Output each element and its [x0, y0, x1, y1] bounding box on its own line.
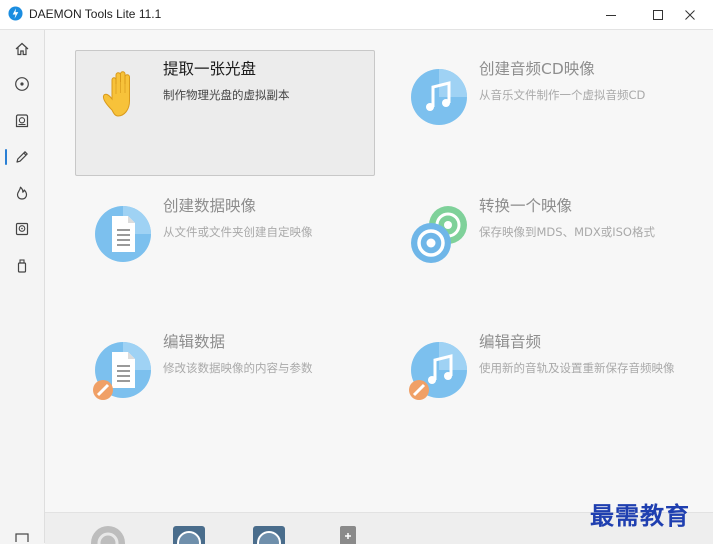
sidebar-item-burn[interactable]	[0, 176, 44, 210]
tile-title: 编辑数据	[163, 333, 226, 351]
flame-icon	[16, 186, 28, 200]
virtual-drive-icon[interactable]	[252, 525, 286, 544]
tile-grab-disc[interactable]: 提取一张光盘 制作物理光盘的虚拟副本	[75, 50, 375, 176]
tile-description: 制作物理光盘的虚拟副本	[163, 88, 290, 102]
tile-create-data-image[interactable]: 创建数据映像 从文件或文件夹创建自定映像	[75, 187, 375, 313]
tile-create-audio-cd[interactable]: 创建音频CD映像 从音乐文件制作一个虚拟音频CD	[391, 50, 691, 176]
sidebar-item-virtual-drive[interactable]	[0, 212, 44, 246]
title-bar: DAEMON Tools Lite 11.1	[0, 0, 713, 30]
watermark-text: 最需教育	[590, 501, 690, 530]
disc-drive-icon[interactable]	[90, 525, 126, 544]
virtual-drive-icon[interactable]	[172, 525, 206, 544]
usb-icon	[17, 259, 27, 273]
tile-title: 提取一张光盘	[163, 60, 257, 78]
sidebar-item-usb[interactable]	[0, 249, 44, 283]
tile-description: 使用新的音轨及设置重新保存音频映像	[479, 361, 675, 375]
close-button[interactable]	[667, 0, 713, 29]
window-title: DAEMON Tools Lite 11.1	[29, 7, 162, 21]
tile-title: 转换一个映像	[479, 197, 573, 215]
minimize-button[interactable]	[588, 0, 634, 29]
usb-drive-icon[interactable]	[339, 525, 357, 544]
home-icon	[15, 42, 29, 56]
document-disc-icon	[95, 206, 151, 262]
minimize-icon	[606, 14, 616, 16]
edit-document-disc-icon	[93, 342, 151, 400]
close-icon	[685, 9, 695, 20]
tile-description: 修改该数据映像的内容与参数	[163, 361, 313, 375]
tile-description: 从文件或文件夹创建自定映像	[163, 225, 313, 239]
daemon-tools-logo-icon	[8, 6, 23, 21]
sidebar-item-home[interactable]	[0, 32, 44, 66]
edit-music-disc-icon	[409, 342, 467, 400]
tile-edit-audio[interactable]: 编辑音频 使用新的音轨及设置重新保存音频映像	[391, 323, 691, 449]
main-panel: 提取一张光盘 制作物理光盘的虚拟副本 创建音频CD映像 从音乐文件制作一个虚拟音…	[45, 30, 713, 543]
maximize-icon	[653, 9, 663, 20]
sidebar-item-disc[interactable]	[0, 67, 44, 101]
tile-description: 从音乐文件制作一个虚拟音频CD	[479, 88, 646, 102]
tile-title: 创建音频CD映像	[479, 60, 595, 78]
pencil-icon	[16, 151, 28, 163]
tile-description: 保存映像到MDS、MDX或ISO格式	[479, 225, 655, 239]
sidebar-item-edit[interactable]	[0, 140, 44, 174]
tile-title: 编辑音频	[479, 333, 542, 351]
sidebar	[0, 30, 45, 543]
sidebar-item-bottom[interactable]	[0, 528, 44, 542]
hdd-disc-icon	[15, 114, 29, 128]
tile-title: 创建数据映像	[163, 197, 257, 215]
tile-convert-image[interactable]: 转换一个映像 保存映像到MDS、MDX或ISO格式	[391, 187, 691, 313]
music-disc-icon	[411, 69, 467, 125]
hand-icon	[103, 71, 130, 117]
sidebar-item-hdd[interactable]	[0, 104, 44, 138]
disc-icon	[15, 77, 29, 91]
window-icon	[15, 533, 29, 542]
convert-discs-icon	[411, 206, 467, 263]
tile-edit-data[interactable]: 编辑数据 修改该数据映像的内容与参数	[75, 323, 375, 449]
virtual-drive-icon	[15, 222, 29, 236]
